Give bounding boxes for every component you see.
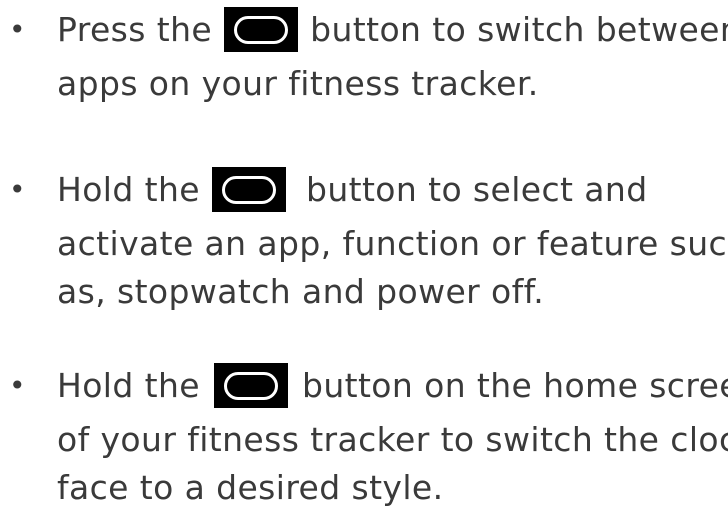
instruction-line: Hold the button to select and xyxy=(57,160,728,220)
instruction-line-rest: button to switch between xyxy=(310,10,728,49)
instruction-text: Press the button to switch between apps o… xyxy=(57,0,728,108)
instruction-line-rest: button to select and xyxy=(305,170,648,209)
oval-button-icon xyxy=(211,167,286,212)
instruction-line: face to a desired style. xyxy=(57,468,444,507)
instruction-text: Hold the button on the home screen of you… xyxy=(57,356,728,512)
instruction-line: as, stopwatch and power off. xyxy=(57,272,545,311)
instruction-line: of your fitness tracker to switch the cl… xyxy=(57,420,728,459)
instruction-lead: Hold the xyxy=(57,366,200,405)
bullet-point: • xyxy=(9,369,26,402)
instruction-line-rest: button on the home screen xyxy=(301,366,728,405)
bullet-point: • xyxy=(9,173,26,206)
instruction-line: activate an app, function or feature suc… xyxy=(57,224,728,263)
bullet-point: • xyxy=(9,13,26,46)
instruction-lead: Press the xyxy=(57,10,213,49)
instruction-list: • Press the button to switch between apps… xyxy=(0,0,728,507)
instruction-line: Hold the button on the home screen xyxy=(57,356,728,416)
instruction-line: apps on your fitness tracker. xyxy=(57,64,539,103)
oval-button-icon xyxy=(224,7,299,52)
instruction-line: Press the button to switch between xyxy=(57,0,728,60)
oval-button-icon xyxy=(213,363,288,408)
instruction-lead: Hold the xyxy=(57,170,200,209)
instruction-text: Hold the button to select and activate an… xyxy=(57,160,728,316)
